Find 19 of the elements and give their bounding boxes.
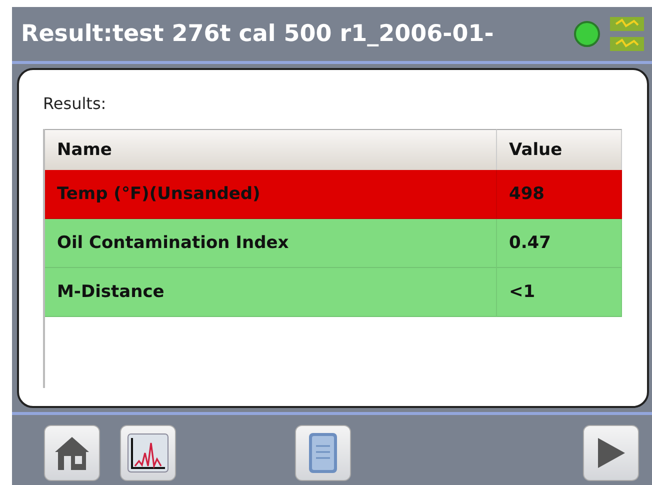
section-label: Results: [43, 94, 108, 113]
chart-icon [127, 433, 169, 473]
table-cell: 498 [497, 170, 622, 219]
document-icon [308, 432, 338, 474]
table-cell: Temp (°F)(Unsanded) [45, 170, 497, 219]
home-button[interactable] [44, 425, 100, 481]
battery-icon [610, 16, 644, 52]
table-cell: M-Distance [45, 268, 497, 317]
table-cell: 0.47 [497, 219, 622, 268]
home-icon [53, 434, 91, 472]
report-button[interactable] [295, 425, 351, 481]
table-cell: <1 [497, 268, 622, 317]
next-button[interactable] [583, 425, 639, 481]
chart-button[interactable] [120, 425, 176, 481]
column-header: Value [497, 129, 622, 170]
table-cell: Oil Contamination Index [45, 219, 497, 268]
column-header: Name [45, 129, 497, 170]
play-icon [595, 436, 627, 470]
window-title: Result:test 276t cal 500 r1_2006-01- [21, 21, 495, 47]
